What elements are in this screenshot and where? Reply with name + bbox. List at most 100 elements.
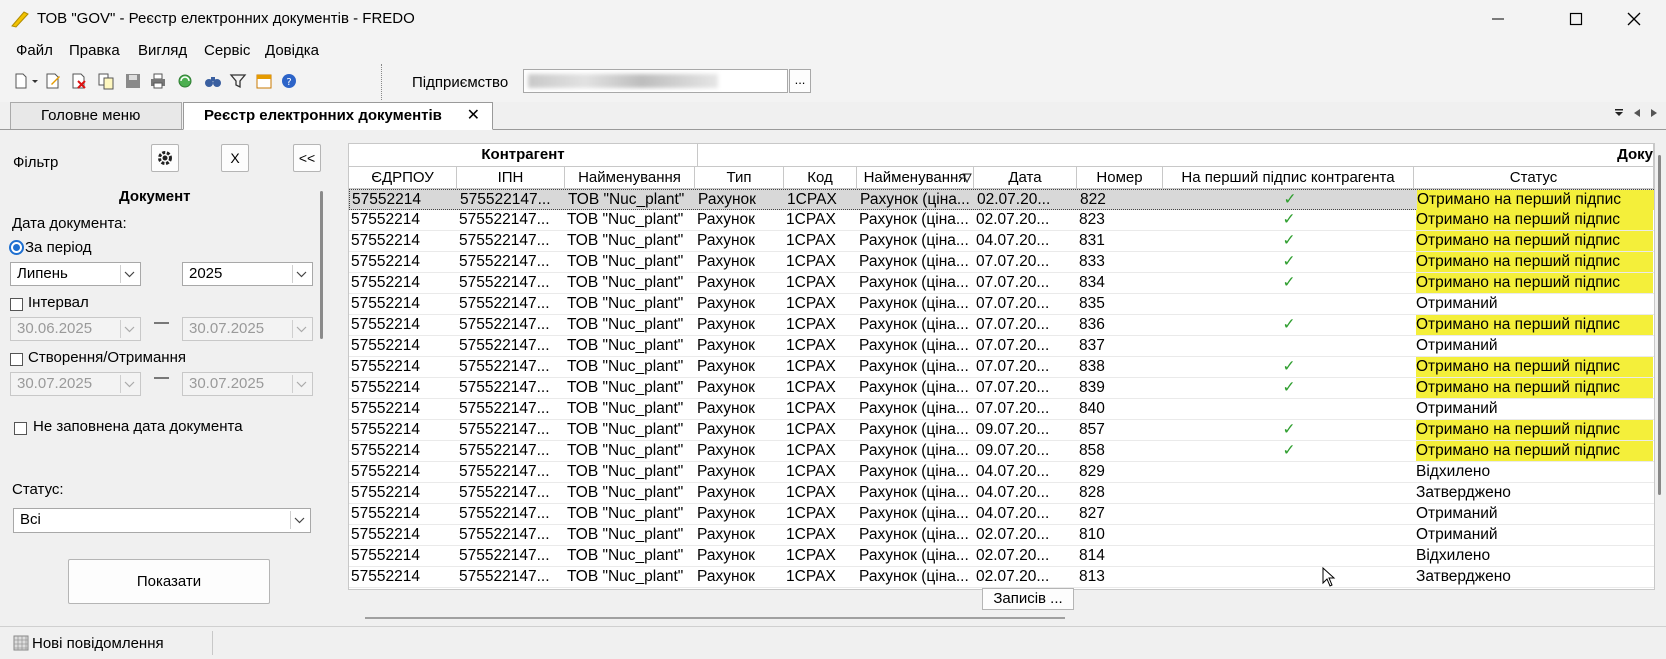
cell-docname: Рахунок (ціна... — [859, 421, 969, 438]
cell-name: ТОВ "Nuc_plant" — [567, 484, 684, 501]
tab-close-button[interactable]: ✕ — [467, 103, 480, 129]
tab-e-documents-registry[interactable]: Реєстр електронних документів ✕ — [183, 102, 493, 130]
menu-view[interactable]: Вигляд — [138, 42, 187, 59]
table-row[interactable]: 57552214 575522147... ТОВ "Nuc_plant" Рахун… — [349, 231, 1654, 252]
filter-scrollbar[interactable] — [320, 191, 323, 339]
filter-settings-button[interactable] — [151, 144, 179, 172]
column-header-1[interactable]: ІПН — [457, 167, 565, 189]
enterprise-field[interactable] — [523, 69, 788, 93]
period-radio[interactable] — [9, 240, 24, 255]
not-filled-date-checkbox[interactable] — [14, 422, 27, 435]
column-header-8[interactable]: На перший підпис контрагента — [1163, 167, 1414, 189]
created-checkbox[interactable] — [10, 353, 23, 366]
table-row[interactable]: 57552214 575522147... ТОВ "Nuc_plant" Рахун… — [349, 462, 1654, 483]
cell-number: 831 — [1079, 232, 1105, 249]
refresh-icon[interactable] — [176, 72, 194, 90]
edit-document-icon[interactable] — [44, 72, 62, 90]
cell-ipn: 575522147... — [459, 274, 550, 291]
table-row[interactable]: 57552214 575522147... ТОВ "Nuc_plant" Рахун… — [349, 273, 1654, 294]
tab-main-menu[interactable]: Головне меню — [10, 102, 182, 129]
month-select[interactable]: Липень — [10, 262, 141, 286]
cell-docname: Рахунок (ціна... — [859, 505, 969, 522]
cell-code: 1СРАХ — [786, 211, 836, 228]
created-from-date[interactable]: 30.07.2025 — [10, 372, 141, 396]
filter-clear-button[interactable]: X — [221, 144, 249, 172]
table-row[interactable]: 57552214 575522147... ТОВ "Nuc_plant" Рахун… — [349, 252, 1654, 273]
table-row[interactable]: 57552214 575522147... ТОВ "Nuc_plant" Рахун… — [349, 546, 1654, 567]
column-header-7[interactable]: Номер — [1077, 167, 1163, 189]
menu-edit[interactable]: Правка — [69, 42, 120, 59]
cell-docname: Рахунок (ціна... — [859, 295, 969, 312]
tab-scroll-left-icon[interactable] — [1633, 108, 1641, 118]
first-signature-cell — [1165, 294, 1413, 314]
new-messages-label[interactable]: Нові повідомлення — [32, 635, 164, 652]
column-header-0[interactable]: ЄДРПОУ — [349, 167, 457, 189]
cell-name: ТОВ "Nuc_plant" — [567, 232, 684, 249]
show-button[interactable]: Показати — [68, 559, 270, 604]
column-header-4[interactable]: Код — [784, 167, 857, 189]
interval-to-date[interactable]: 30.07.2025 — [182, 317, 313, 341]
table-row[interactable]: 57552214 575522147... ТОВ "Nuc_plant" Рахун… — [349, 567, 1654, 588]
close-window-button[interactable] — [1606, 0, 1662, 38]
column-header-6[interactable]: Дата — [974, 167, 1077, 189]
chevron-down-icon — [292, 265, 307, 283]
cell-ipn: 575522147... — [459, 316, 550, 333]
table-row[interactable]: 57552214 575522147... ТОВ "Nuc_plant" Рахун… — [349, 504, 1654, 525]
interval-checkbox[interactable] — [10, 298, 23, 311]
menu-help[interactable]: Довідка — [265, 42, 319, 59]
cell-edrpou: 57552214 — [351, 337, 420, 354]
vertical-scroll-thumb[interactable] — [1658, 155, 1661, 495]
interval-from-date[interactable]: 30.06.2025 — [10, 317, 141, 341]
menu-file[interactable]: Файл — [16, 42, 53, 59]
column-filter-icon[interactable] — [962, 173, 972, 183]
cell-code: 1СРАХ — [786, 568, 836, 585]
enterprise-browse-button[interactable]: ... — [789, 69, 811, 93]
cell-date: 02.07.20... — [976, 568, 1050, 585]
delete-document-icon[interactable] — [70, 72, 88, 90]
maximize-button[interactable] — [1548, 0, 1604, 38]
table-row[interactable]: 57552214 575522147... ТОВ "Nuc_plant" Рахун… — [349, 357, 1654, 378]
table-row[interactable]: 57552214 575522147... ТОВ "Nuc_plant" Рахун… — [349, 189, 1654, 210]
tab-scroll-right-icon[interactable] — [1650, 108, 1658, 118]
table-row[interactable]: 57552214 575522147... ТОВ "Nuc_plant" Рахун… — [349, 399, 1654, 420]
copy-icon[interactable] — [97, 72, 115, 90]
table-row[interactable]: 57552214 575522147... ТОВ "Nuc_plant" Рахун… — [349, 525, 1654, 546]
check-icon: ✓ — [1282, 442, 1296, 459]
grid-vertical-scrollbar[interactable] — [1655, 143, 1665, 588]
table-row[interactable]: 57552214 575522147... ТОВ "Nuc_plant" Рахун… — [349, 420, 1654, 441]
created-to-date[interactable]: 30.07.2025 — [182, 372, 313, 396]
dropdown-arrow-icon[interactable] — [31, 72, 39, 90]
find-icon[interactable] — [204, 72, 222, 90]
print-icon[interactable] — [149, 72, 167, 90]
minimize-button[interactable] — [1470, 0, 1526, 38]
filter-collapse-button[interactable]: << — [293, 144, 321, 172]
table-row[interactable]: 57552214 575522147... ТОВ "Nuc_plant" Рахун… — [349, 210, 1654, 231]
table-row[interactable]: 57552214 575522147... ТОВ "Nuc_plant" Рахун… — [349, 294, 1654, 315]
help-icon[interactable]: ? — [280, 72, 298, 90]
table-row[interactable]: 57552214 575522147... ТОВ "Nuc_plant" Рахун… — [349, 315, 1654, 336]
column-header-9[interactable]: Статус — [1414, 167, 1654, 189]
table-row[interactable]: 57552214 575522147... ТОВ "Nuc_plant" Рахун… — [349, 378, 1654, 399]
cell-edrpou: 57552214 — [351, 274, 420, 291]
save-icon[interactable] — [124, 72, 142, 90]
year-select[interactable]: 2025 — [182, 262, 313, 286]
table-row[interactable]: 57552214 575522147... ТОВ "Nuc_plant" Рахун… — [349, 483, 1654, 504]
status-select[interactable]: Всі — [13, 508, 311, 533]
filter-icon[interactable] — [229, 72, 247, 90]
tab-list-icon[interactable] — [1614, 108, 1624, 118]
cell-status: Отримано на перший підпис — [1416, 252, 1653, 272]
cell-status: Отримано на перший підпис — [1416, 210, 1653, 230]
new-document-icon[interactable] — [12, 72, 30, 90]
mouse-cursor-icon — [1322, 567, 1336, 587]
column-header-3[interactable]: Тип — [695, 167, 784, 189]
records-count-button[interactable]: Записів ... — [982, 588, 1074, 610]
column-header-5[interactable]: Найменування — [857, 167, 974, 189]
cell-date: 07.07.20... — [976, 316, 1050, 333]
app-logo-icon — [11, 11, 29, 28]
menu-service[interactable]: Сервіс — [204, 42, 250, 59]
column-header-2[interactable]: Найменування — [565, 167, 695, 189]
table-row[interactable]: 57552214 575522147... ТОВ "Nuc_plant" Рахун… — [349, 336, 1654, 357]
horizontal-scroll-thumb[interactable] — [365, 617, 1065, 619]
table-row[interactable]: 57552214 575522147... ТОВ "Nuc_plant" Рахун… — [349, 441, 1654, 462]
calendar-icon[interactable] — [255, 72, 273, 90]
